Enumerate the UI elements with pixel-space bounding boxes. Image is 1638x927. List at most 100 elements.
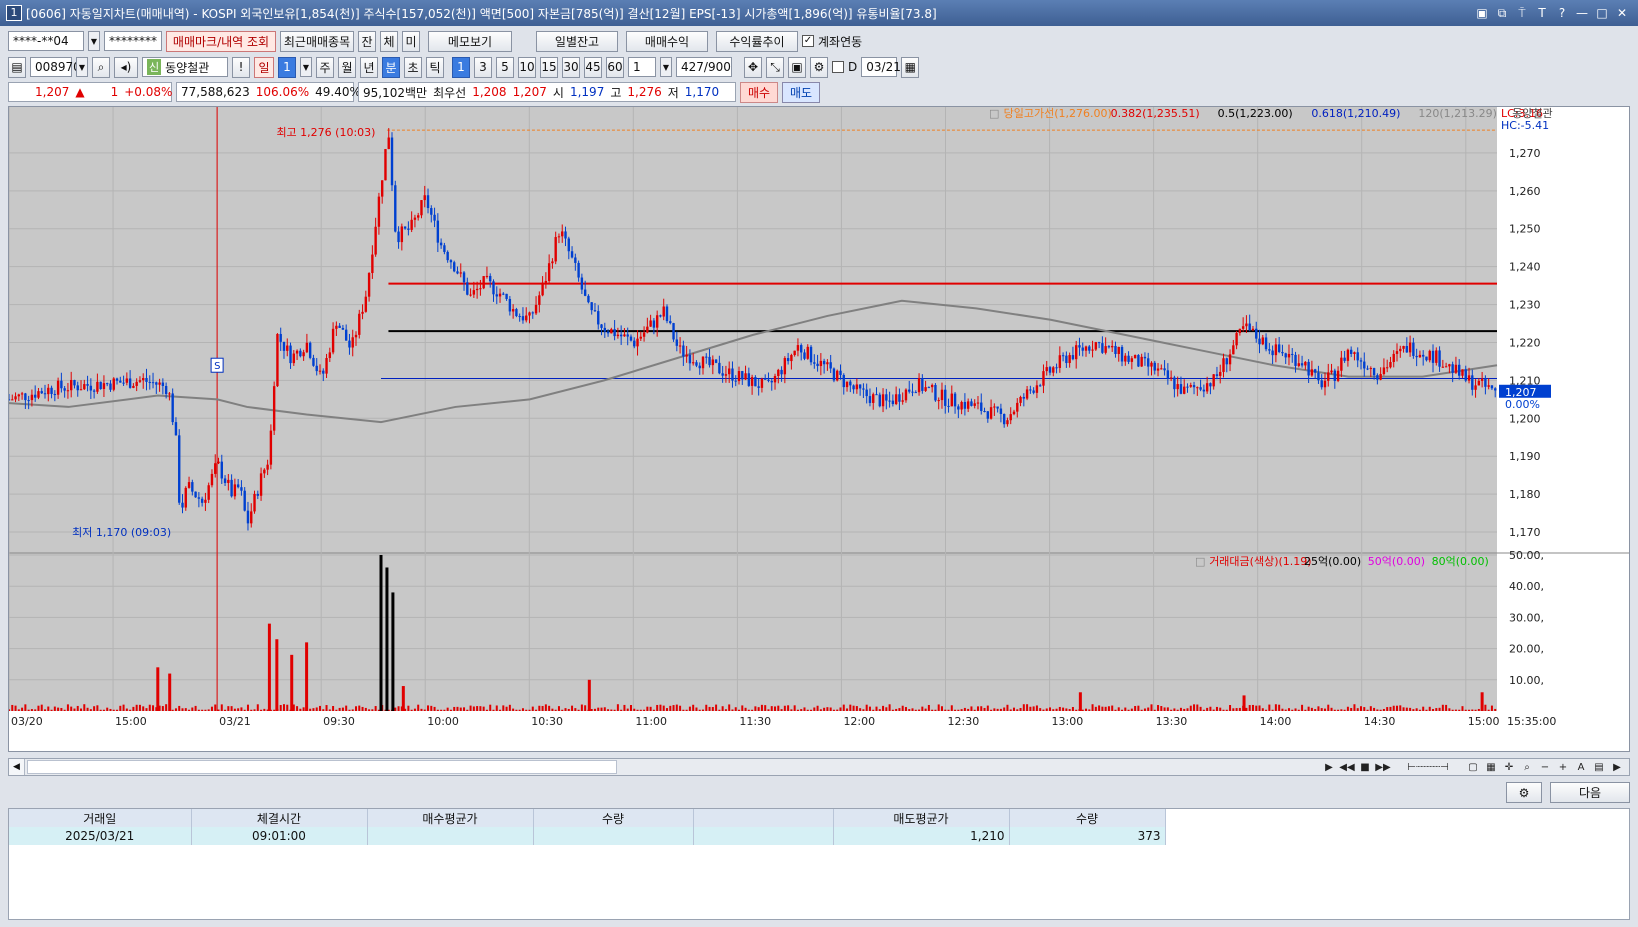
account-field[interactable]: ****-**04: [8, 31, 84, 51]
scroll-right-icon[interactable]: ▶: [1609, 759, 1625, 775]
settings-gear-icon[interactable]: ⚙: [1506, 782, 1542, 803]
font-icon[interactable]: A: [1573, 759, 1589, 775]
scroll-thumb[interactable]: [27, 760, 617, 774]
draw-icon[interactable]: ⤡: [766, 56, 784, 78]
zoom-out-icon[interactable]: −: [1537, 759, 1553, 775]
grid-icon[interactable]: ▦: [1483, 759, 1499, 775]
horizontal-scrollbar[interactable]: ◀ ▶ ◀◀ ■ ▶▶ ⊢┈┈┈┈⊣ ▢ ▦ ✛ ⌕ − + A ▤ ▶: [8, 758, 1630, 776]
scroll-left-icon[interactable]: ◀: [9, 759, 25, 775]
buy-button[interactable]: 매수: [740, 81, 778, 103]
window-control-4[interactable]: ?: [1554, 6, 1570, 21]
return-trend-button[interactable]: 수익률추이: [716, 30, 798, 52]
table-icon[interactable]: ▤: [1591, 759, 1607, 775]
period-number-button[interactable]: 1: [278, 56, 296, 78]
trade-profit-button[interactable]: 매매수익: [626, 30, 708, 52]
trade-amount: 95,102백만: [363, 85, 428, 100]
period-day-button[interactable]: 일: [254, 56, 274, 78]
volume-bar: [1009, 709, 1012, 711]
period-tick[interactable]: 틱: [426, 56, 444, 78]
window-control-1[interactable]: ⧉: [1494, 6, 1510, 21]
volume-bar: [931, 709, 934, 711]
rewind-icon[interactable]: ◀◀: [1339, 759, 1355, 775]
tab-balance[interactable]: 잔: [358, 30, 376, 52]
stop-icon[interactable]: ■: [1357, 759, 1373, 775]
minute-45[interactable]: 45: [584, 56, 602, 78]
zoom-icon[interactable]: ⌕: [1519, 759, 1535, 775]
count-dropdown[interactable]: ▼: [660, 57, 672, 77]
d-checkbox[interactable]: [832, 61, 844, 73]
minute-3[interactable]: 3: [474, 56, 492, 78]
candle-body: [924, 387, 927, 391]
crosshair-icon[interactable]: ✛: [1501, 759, 1517, 775]
save-icon[interactable]: ▣: [788, 56, 806, 78]
window-controls[interactable]: ▣ ⧉ ⍑ T? — □ ✕: [1474, 6, 1638, 21]
range-field[interactable]: 427/900: [676, 57, 732, 77]
candle-body: [479, 288, 482, 290]
cell-sell-qty: 373: [1009, 827, 1166, 845]
period-year[interactable]: 년: [360, 56, 378, 78]
period-month[interactable]: 월: [338, 56, 356, 78]
candle-body: [492, 281, 495, 295]
window-control-0[interactable]: ▣: [1474, 6, 1490, 21]
candle-body: [816, 363, 819, 367]
speaker-icon[interactable]: ◂): [114, 56, 138, 78]
daily-balance-button[interactable]: 일별잔고: [536, 30, 618, 52]
volume-bar: [1258, 705, 1261, 711]
minute-30[interactable]: 30: [562, 56, 580, 78]
tab-unexecuted[interactable]: 미: [402, 30, 420, 52]
next-button[interactable]: 다음: [1550, 782, 1630, 803]
chart-area[interactable]: 1,270 1,260 1,250 1,240 1,230 1,220 1,210 1,200…: [8, 106, 1630, 752]
stock-name-field[interactable]: 신 동양철관: [142, 57, 228, 77]
volume-bar: [806, 709, 809, 711]
candlestick-chart[interactable]: 1,2701,2601,2501,2401,2301,2201,2101,200…: [9, 107, 1629, 751]
count-field[interactable]: 1: [628, 57, 656, 77]
gear-icon[interactable]: ⚙: [810, 56, 828, 78]
link-checkbox[interactable]: ✓: [802, 35, 814, 47]
tool-icon[interactable]: ✥: [744, 56, 762, 78]
period-dropdown[interactable]: ▼: [300, 57, 312, 77]
candle-body: [83, 384, 86, 390]
window-control-7[interactable]: ✕: [1614, 6, 1630, 21]
account-dropdown[interactable]: ▼: [88, 31, 100, 51]
zoom-slider-icon[interactable]: ⊢┈┈┈┈⊣: [1393, 759, 1463, 775]
period-week[interactable]: 주: [316, 56, 334, 78]
minute-1[interactable]: 1: [452, 56, 470, 78]
search-icon[interactable]: ⌕: [92, 56, 110, 78]
window-icon[interactable]: ▢: [1465, 759, 1481, 775]
trade-mark-button[interactable]: 매매마크/내역 조회: [166, 30, 276, 52]
volume-bar: [459, 707, 462, 711]
password-field[interactable]: ********: [104, 31, 162, 51]
layout-icon[interactable]: ▤: [8, 56, 26, 78]
code-dropdown[interactable]: ▼: [76, 57, 88, 77]
minute-10[interactable]: 10: [518, 56, 536, 78]
candle-body: [665, 306, 669, 322]
minute-60[interactable]: 60: [606, 56, 624, 78]
period-second[interactable]: 초: [404, 56, 422, 78]
window-control-2[interactable]: ⍑: [1514, 6, 1530, 21]
volume-bar: [256, 704, 259, 711]
minute-5[interactable]: 5: [496, 56, 514, 78]
tab-executed[interactable]: 체: [380, 30, 398, 52]
volume-bar: [1130, 708, 1133, 711]
volume-bar: [73, 708, 76, 711]
legend-item: 동양철관: [1512, 107, 1552, 120]
calendar-icon[interactable]: ▦: [901, 56, 920, 78]
window-control-5[interactable]: —: [1574, 6, 1590, 21]
volume-bar: [427, 705, 430, 711]
zoom-in-icon[interactable]: +: [1555, 759, 1571, 775]
fast-forward-icon[interactable]: ▶▶: [1375, 759, 1391, 775]
minute-15[interactable]: 15: [540, 56, 558, 78]
window-control-3[interactable]: T: [1534, 6, 1550, 21]
memo-button[interactable]: 메모보기: [428, 30, 512, 52]
window-control-6[interactable]: □: [1594, 6, 1610, 21]
play-icon[interactable]: ▶: [1321, 759, 1337, 775]
sell-button[interactable]: 매도: [782, 81, 820, 103]
period-minute[interactable]: 분: [382, 56, 400, 78]
volume-bar: [855, 706, 858, 711]
stock-code-field[interactable]: 008970: [30, 57, 81, 77]
alert-button[interactable]: !: [232, 56, 250, 78]
volume-tick-label: 50.00,: [1509, 549, 1544, 562]
recent-stocks-button[interactable]: 최근매매종목: [280, 30, 354, 52]
table-row[interactable]: 2025/03/21 09:01:00 1,210 373: [9, 827, 1166, 845]
date-field[interactable]: 03/21: [861, 57, 901, 77]
